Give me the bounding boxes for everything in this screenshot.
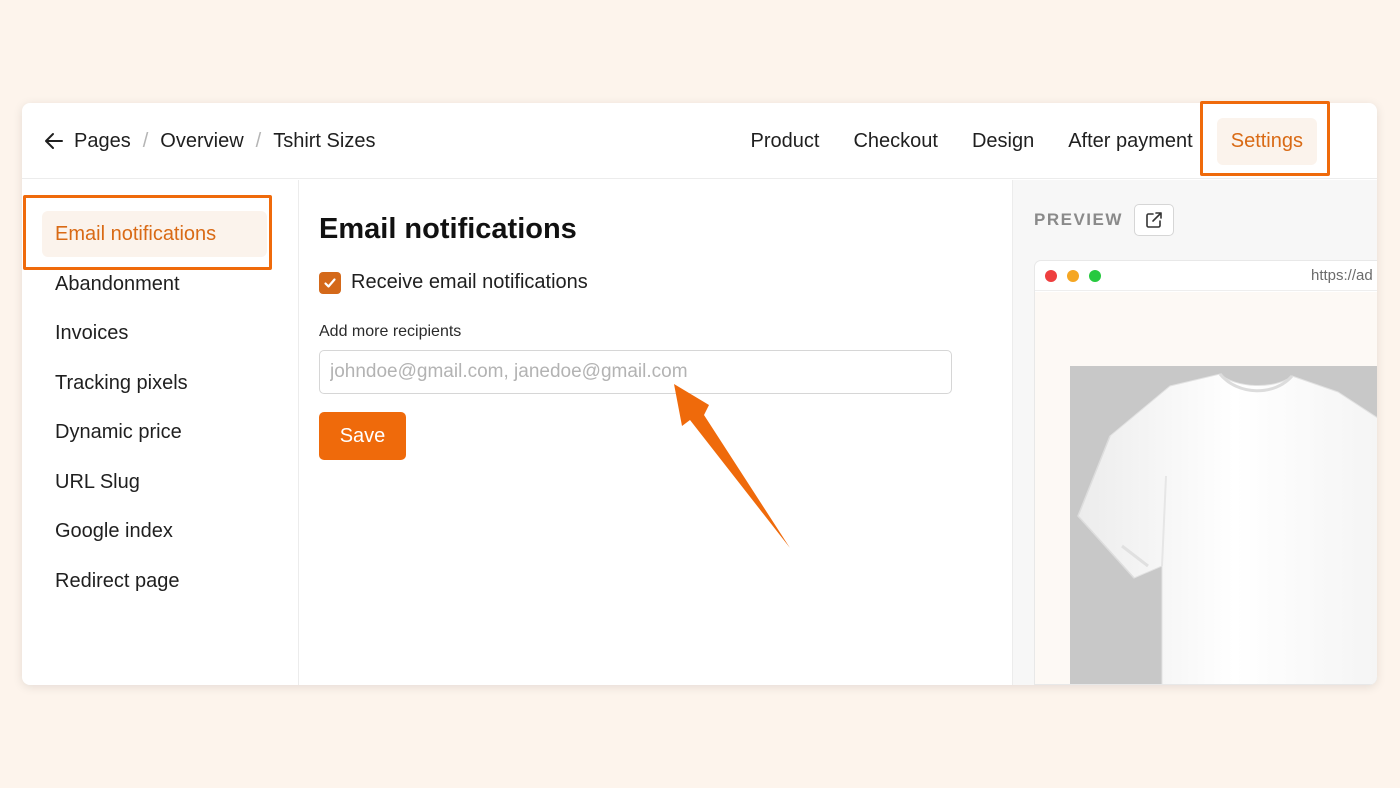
preview-header: PREVIEW: [1034, 204, 1174, 236]
close-dot-icon: [1045, 270, 1057, 282]
preview-browser-frame: https://ad: [1034, 260, 1377, 685]
tab-after-payment[interactable]: After payment: [1051, 118, 1210, 165]
email-notifications-highlight: [23, 195, 272, 270]
breadcrumb-item-pages[interactable]: Pages: [74, 130, 131, 153]
page-title: Email notifications: [319, 213, 577, 245]
breadcrumb: Pages / Overview / Tshirt Sizes: [42, 103, 375, 179]
tab-checkout[interactable]: Checkout: [836, 118, 955, 165]
checkmark-icon: [324, 277, 336, 288]
preview-label: PREVIEW: [1034, 210, 1123, 229]
back-arrow-icon[interactable]: [42, 129, 66, 153]
receive-notifications-checkbox[interactable]: [319, 271, 341, 294]
save-button[interactable]: Save: [319, 412, 406, 460]
sidebar-item-url-slug[interactable]: URL Slug: [42, 459, 267, 505]
receive-notifications-label: Receive email notifications: [351, 271, 588, 293]
sidebar-item-invoices[interactable]: Invoices: [42, 310, 267, 356]
sidebar-item-tracking-pixels[interactable]: Tracking pixels: [42, 360, 267, 406]
receive-notifications-toggle[interactable]: Receive email notifications: [319, 271, 588, 294]
sidebar-item-redirect-page[interactable]: Redirect page: [42, 558, 267, 604]
breadcrumb-item-overview[interactable]: Overview: [160, 130, 243, 153]
top-bar: Pages / Overview / Tshirt Sizes Product …: [22, 103, 1377, 179]
breadcrumb-item-current: Tshirt Sizes: [273, 129, 376, 152]
minimize-dot-icon: [1067, 270, 1079, 282]
sidebar-item-dynamic-price[interactable]: Dynamic price: [42, 409, 267, 455]
settings-tab-highlight: [1200, 101, 1330, 176]
tshirt-product-image: [1070, 366, 1377, 684]
recipients-field-label: Add more recipients: [319, 323, 462, 340]
annotation-arrow-icon: [674, 384, 790, 548]
tab-product[interactable]: Product: [734, 118, 837, 165]
recipients-input[interactable]: [319, 350, 952, 394]
open-preview-button[interactable]: [1133, 204, 1174, 236]
external-link-icon: [1146, 212, 1162, 228]
browser-url: https://ad: [1311, 267, 1373, 284]
browser-address-bar: https://ad: [1035, 261, 1377, 291]
preview-panel: PREVIEW https://ad: [1012, 180, 1377, 685]
preview-page: [1035, 292, 1377, 684]
maximize-dot-icon: [1089, 270, 1101, 282]
sidebar-item-google-index[interactable]: Google index: [42, 508, 267, 554]
tab-design[interactable]: Design: [955, 118, 1051, 165]
breadcrumb-separator: /: [142, 129, 149, 152]
breadcrumb-separator: /: [255, 129, 262, 152]
